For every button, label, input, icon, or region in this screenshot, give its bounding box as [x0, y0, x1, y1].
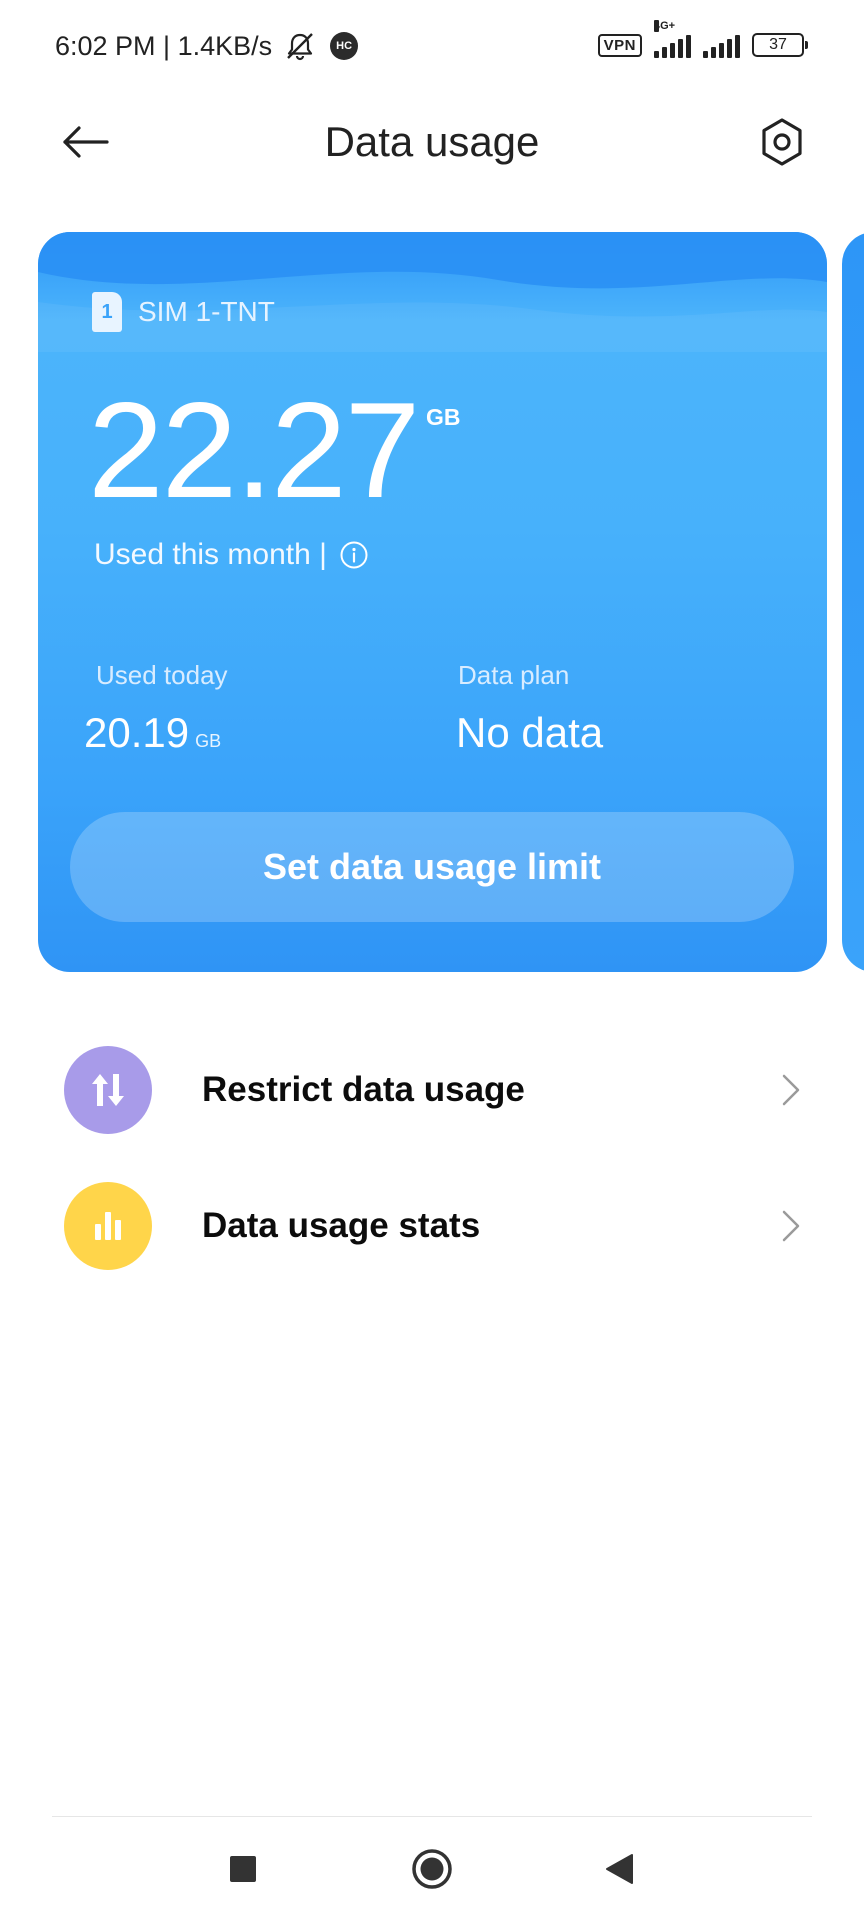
time-speed: 6:02 PM | 1.4KB/s [55, 30, 273, 61]
chevron-right-icon [782, 1210, 800, 1242]
data-plan-label: Data plan [458, 660, 570, 690]
chevron-right-icon [782, 1074, 800, 1106]
vpn-icon: VPN [597, 33, 642, 57]
arrows-up-down-icon [64, 1046, 152, 1134]
triangle-back-icon [606, 1854, 633, 1884]
used-today-value-row: 20.19 GB [84, 709, 228, 757]
data-plan-value: No data [456, 709, 604, 756]
arrows-up-down-glyph [92, 1074, 124, 1106]
used-today-block: Used today 20.19 GB [84, 660, 228, 757]
bar-chart-icon [64, 1182, 152, 1270]
home-button[interactable] [397, 1839, 467, 1899]
monthly-usage-unit: GB [426, 404, 461, 430]
status-bar: 6:02 PM | 1.4KB/s HC VPN 4G+ 37 [0, 0, 864, 96]
sim-card-icon: 1 [92, 292, 122, 332]
battery-level: 37 [769, 36, 787, 53]
system-nav-bar [0, 1817, 864, 1920]
monthly-usage-label: Used this month | [94, 538, 327, 571]
app-header: Data usage [0, 96, 864, 186]
page-title: Data usage [324, 118, 540, 165]
network-type: 4G+ [654, 20, 676, 32]
next-sim-card-peek[interactable] [842, 232, 864, 972]
sim-info: 1 SIM 1-TNT [92, 292, 275, 332]
signal-sim1-icon: 4G+ [654, 20, 691, 58]
list-item-label: Restrict data usage [202, 1070, 525, 1109]
sim-data-card[interactable]: 1 SIM 1-TNT 22.27 GB Used this month | U… [38, 232, 827, 972]
used-today-value: 20.19 [84, 709, 190, 756]
sim-number: 1 [101, 300, 113, 323]
signal-sim2-icon [703, 32, 740, 58]
status-left: 6:02 PM | 1.4KB/s HC [55, 30, 359, 62]
status-right: VPN 4G+ 37 [597, 20, 808, 58]
set-data-limit-button[interactable]: Set data usage limit [70, 812, 794, 922]
bar-chart-glyph [95, 1212, 121, 1240]
gear-icon [762, 118, 802, 166]
square-icon [230, 1856, 256, 1882]
recent-apps-button[interactable] [208, 1839, 278, 1899]
used-today-label: Used today [96, 660, 228, 690]
bell-muted-icon [287, 33, 313, 61]
used-today-unit: GB [195, 731, 222, 751]
sim-name: SIM 1-TNT [138, 296, 275, 327]
monthly-usage-label-row: Used this month | [94, 538, 369, 572]
data-plan-block: Data plan No data [456, 660, 604, 757]
list-item-data-usage-stats[interactable]: Data usage stats [0, 1166, 864, 1286]
battery-icon: 37 [752, 33, 808, 57]
list-item-label: Data usage stats [202, 1206, 481, 1245]
circle-icon [412, 1849, 452, 1889]
info-icon[interactable] [339, 540, 369, 570]
monthly-usage-value: 22.27 [88, 374, 420, 526]
system-back-button[interactable] [584, 1839, 654, 1899]
hc-icon: HC [330, 32, 359, 60]
settings-button[interactable] [752, 112, 812, 172]
list-item-restrict-data-usage[interactable]: Restrict data usage [0, 1030, 864, 1150]
